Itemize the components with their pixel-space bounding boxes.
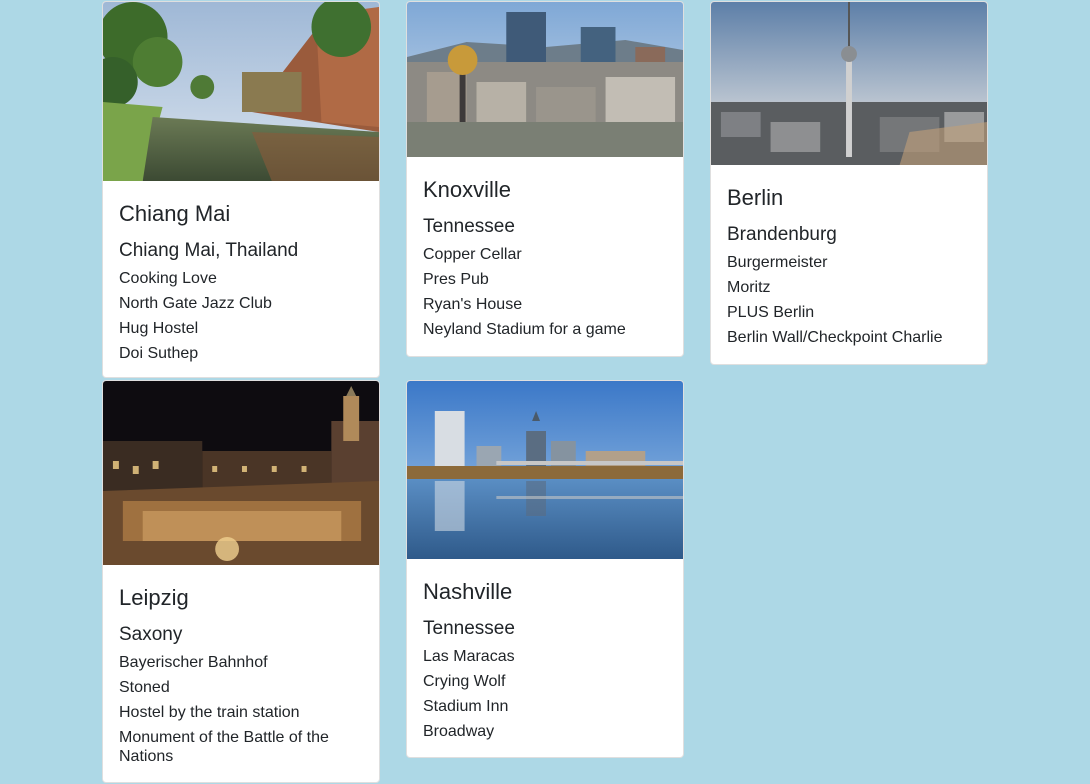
place-item: PLUS Berlin — [727, 304, 815, 321]
city-title: Knoxville — [423, 177, 512, 202]
nashville-photo — [407, 381, 683, 559]
city-title: Berlin — [727, 185, 784, 210]
place-item: Copper Cellar — [423, 246, 522, 263]
berlin-photo — [711, 2, 987, 165]
chiang-mai-photo — [103, 2, 379, 181]
city-region: Brandenburg — [727, 224, 837, 245]
city-title: Chiang Mai — [119, 201, 231, 226]
city-card-chiang-mai: Chiang Mai Chiang Mai, Thailand Cooking … — [102, 1, 380, 378]
knoxville-photo — [407, 2, 683, 157]
place-item: Burgermeister — [727, 254, 828, 271]
city-card-nashville: Nashville Tennessee Las Maracas Crying W… — [406, 380, 684, 758]
city-region: Chiang Mai, Thailand — [119, 240, 299, 261]
leipzig-photo — [103, 381, 379, 565]
city-card-leipzig: Leipzig Saxony Bayerischer Bahnhof Stone… — [102, 380, 380, 783]
place-item: Doi Suthep — [119, 345, 199, 362]
city-region: Tennessee — [423, 618, 515, 639]
city-title: Nashville — [423, 579, 513, 604]
place-item: Crying Wolf — [423, 673, 506, 690]
city-card-knoxville: Knoxville Tennessee Copper Cellar Pres P… — [406, 1, 684, 357]
place-item: Monument of the Battle of the Nations — [119, 729, 329, 765]
place-item: Broadway — [423, 723, 495, 740]
place-item: Pres Pub — [423, 271, 489, 288]
place-item: North Gate Jazz Club — [119, 295, 272, 312]
place-item: Hug Hostel — [119, 320, 199, 337]
place-item: Las Maracas — [423, 648, 515, 665]
city-title: Leipzig — [119, 585, 189, 610]
place-item: Ryan's House — [423, 296, 523, 313]
place-item: Hostel by the train station — [119, 704, 300, 721]
place-item: Stadium Inn — [423, 698, 509, 715]
place-item: Moritz — [727, 279, 771, 296]
place-item: Bayerischer Bahnhof — [119, 654, 268, 671]
place-item: Stoned — [119, 679, 170, 696]
city-region: Tennessee — [423, 216, 515, 237]
place-item: Neyland Stadium for a game — [423, 321, 626, 338]
place-item: Cooking Love — [119, 270, 217, 287]
place-item: Berlin Wall/Checkpoint Charlie — [727, 329, 943, 346]
city-region: Saxony — [119, 624, 183, 645]
city-card-berlin: Berlin Brandenburg Burgermeister Moritz … — [710, 1, 988, 365]
